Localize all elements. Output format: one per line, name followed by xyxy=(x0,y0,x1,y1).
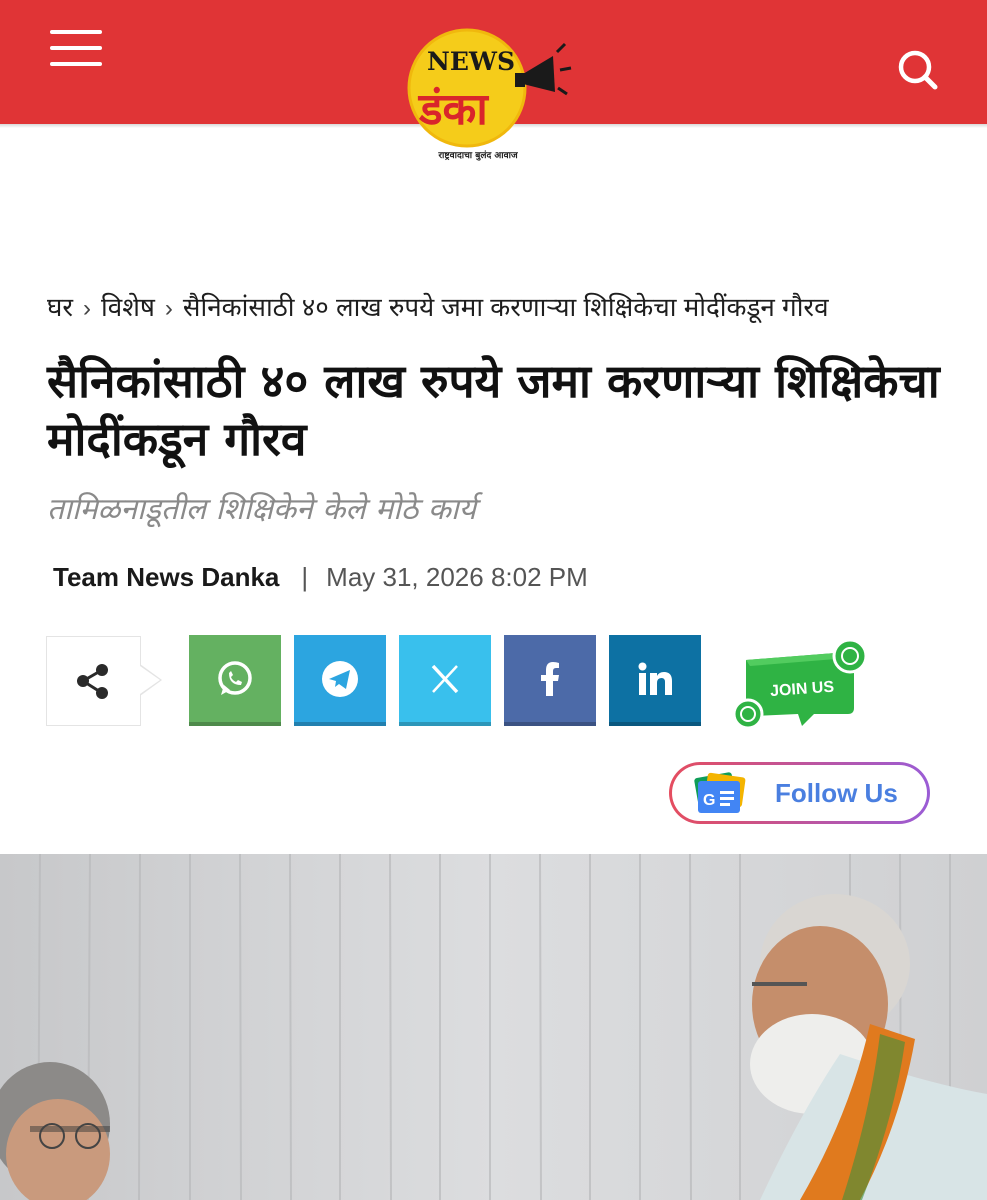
share-telegram-button[interactable] xyxy=(294,635,386,726)
breadcrumb-separator: › xyxy=(83,295,92,322)
whatsapp-icon xyxy=(732,698,764,730)
article-subtitle: तामिळनाडूतील शिक्षिकेने केले मोठे कार्य xyxy=(47,492,477,527)
byline-separator: | xyxy=(301,562,309,592)
share-facebook-button[interactable] xyxy=(504,635,596,726)
site-logo[interactable]: NEWS डंका xyxy=(405,26,575,166)
breadcrumb-home[interactable]: घर xyxy=(47,292,73,322)
facebook-icon xyxy=(541,661,559,696)
article-byline: Team News Danka | May 31, 2026 8:02 PM xyxy=(53,562,588,593)
share-pointer xyxy=(140,666,160,694)
whatsapp-icon xyxy=(218,660,252,695)
author-name[interactable]: Team News Danka xyxy=(53,562,279,592)
telegram-icon xyxy=(322,660,358,697)
hamburger-icon-bar xyxy=(50,62,102,66)
article-title: सैनिकांसाठी ४० लाख रुपये जमा करणाऱ्या शि… xyxy=(47,354,940,466)
breadcrumb-current: सैनिकांसाठी ४० लाख रुपये जमा करणाऱ्या शि… xyxy=(182,292,829,322)
hamburger-icon-bar xyxy=(50,30,102,34)
article-photo xyxy=(0,854,987,1200)
breadcrumb-category[interactable]: विशेष xyxy=(101,292,155,322)
google-news-icon: G xyxy=(694,772,746,813)
follow-us-label: Follow Us xyxy=(775,778,898,808)
share-whatsapp-button[interactable] xyxy=(189,635,281,726)
person-left xyxy=(0,1062,110,1200)
share-icon xyxy=(77,664,108,699)
share-toggle-button[interactable] xyxy=(46,636,141,726)
breadcrumb-separator: › xyxy=(164,295,173,322)
publish-date: May 31, 2026 8:02 PM xyxy=(326,562,588,592)
breadcrumb: घर › विशेष › सैनिकांसाठी ४० लाख रुपये जमा कर… xyxy=(47,288,829,324)
share-x-button[interactable] xyxy=(399,635,491,726)
logo-news-text: NEWS xyxy=(427,47,515,76)
hamburger-icon-bar xyxy=(50,46,102,50)
share-linkedin-button[interactable] xyxy=(609,635,701,726)
x-icon xyxy=(431,664,459,693)
linkedin-icon xyxy=(638,662,672,695)
search-button[interactable] xyxy=(893,45,943,95)
megaphone-icon xyxy=(515,42,572,96)
svg-text:G: G xyxy=(703,792,715,809)
menu-button[interactable] xyxy=(50,28,102,68)
logo-tagline: राष्ट्रवादाचा बुलंद आवाज xyxy=(438,151,518,161)
search-icon xyxy=(898,50,938,90)
follow-us-google-news-button[interactable]: G Follow Us xyxy=(669,762,930,824)
whatsapp-icon xyxy=(832,638,868,674)
join-us-button[interactable]: JOIN US xyxy=(730,638,870,730)
logo-main-text: डंका xyxy=(417,84,489,135)
